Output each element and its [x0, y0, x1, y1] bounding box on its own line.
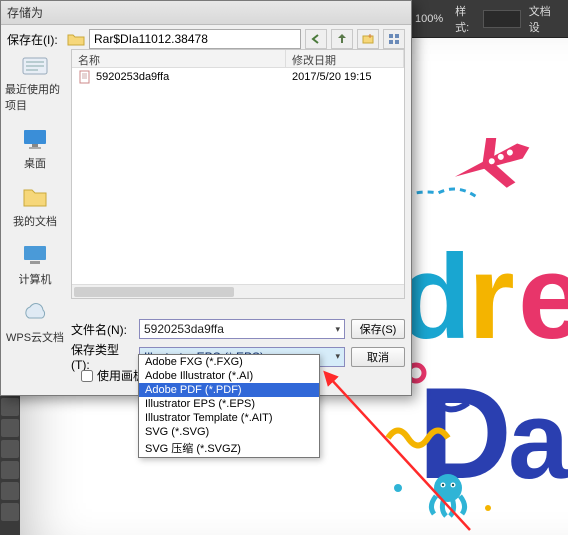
sidebar-item-label: 桌面: [24, 155, 46, 171]
filename-input[interactable]: 5920253da9ffa ▾: [139, 319, 345, 339]
folder-icon: [67, 32, 85, 46]
nav-up-button[interactable]: [331, 29, 353, 49]
style-label: 样式:: [455, 3, 479, 35]
tool-button[interactable]: [1, 461, 19, 479]
filetype-dropdown[interactable]: Adobe FXG (*.FXG) Adobe Illustrator (*.A…: [138, 354, 320, 458]
filename-label: 文件名(N):: [71, 321, 133, 338]
documents-icon: [19, 183, 51, 211]
desktop-icon: [19, 125, 51, 153]
location-combo[interactable]: Rar$DIa11012.38478: [89, 29, 301, 49]
filetype-option-selected[interactable]: Adobe PDF (*.PDF): [139, 383, 319, 397]
recent-icon: [19, 51, 51, 79]
scrollbar-thumb[interactable]: [74, 287, 234, 297]
tool-button[interactable]: [1, 398, 19, 416]
sidebar-item-recent[interactable]: 最近使用的项目: [5, 51, 65, 113]
sidebar-item-label: WPS云文档: [6, 329, 64, 345]
horizontal-scrollbar[interactable]: [72, 284, 404, 298]
filetype-option[interactable]: Adobe FXG (*.FXG): [139, 355, 319, 369]
zoom-readout[interactable]: 100%: [415, 13, 443, 25]
style-swatch[interactable]: [483, 10, 521, 28]
cancel-button[interactable]: 取消: [351, 347, 405, 367]
tool-button[interactable]: [1, 419, 19, 437]
filetype-option[interactable]: SVG 压缩 (*.SVGZ): [139, 439, 319, 457]
tool-button[interactable]: [1, 482, 19, 500]
filetype-option[interactable]: SVG (*.SVG): [139, 425, 319, 439]
tool-button[interactable]: [1, 503, 19, 521]
nav-back-button[interactable]: [305, 29, 327, 49]
filetype-option[interactable]: Illustrator Template (*.AIT): [139, 411, 319, 425]
location-label: 保存在(I):: [7, 31, 63, 48]
sidebar-item-label: 我的文档: [13, 213, 57, 229]
sidebar-item-documents[interactable]: 我的文档: [13, 183, 57, 229]
filetype-option[interactable]: Illustrator EPS (*.EPS): [139, 397, 319, 411]
file-name: 5920253da9ffa: [96, 71, 292, 83]
sidebar-item-wpscloud[interactable]: WPS云文档: [6, 299, 64, 345]
column-name[interactable]: 名称: [72, 50, 286, 67]
filename-value: 5920253da9ffa: [144, 322, 224, 336]
tool-button[interactable]: [1, 440, 19, 458]
save-as-dialog: 存储为 保存在(I): Rar$DIa11012.38478 最近使用的项目: [0, 0, 412, 396]
dialog-titlebar: 存储为: [1, 1, 411, 25]
chevron-down-icon: ▾: [335, 351, 340, 362]
chevron-down-icon: ▾: [335, 324, 340, 335]
svg-text:a: a: [508, 379, 568, 502]
location-value: Rar$DIa11012.38478: [94, 32, 208, 46]
computer-icon: [19, 241, 51, 269]
sidebar-item-desktop[interactable]: 桌面: [19, 125, 51, 171]
filetype-option[interactable]: Adobe Illustrator (*.AI): [139, 369, 319, 383]
column-date[interactable]: 修改日期: [286, 50, 404, 67]
file-icon: [78, 70, 92, 84]
use-artboard-checkbox[interactable]: [81, 370, 93, 382]
file-date: 2017/5/20 19:15: [292, 71, 398, 83]
file-list-area[interactable]: 名称 修改日期 5920253da9ffa 2017/5/20 19:15: [71, 49, 405, 299]
doc-setup-label[interactable]: 文档设: [529, 3, 560, 35]
nav-newfolder-button[interactable]: [357, 29, 379, 49]
svg-text:r: r: [468, 230, 515, 364]
sidebar-item-computer[interactable]: 计算机: [19, 241, 52, 287]
dialog-title: 存储为: [7, 4, 43, 21]
save-button[interactable]: 保存(S): [351, 319, 405, 339]
svg-text:e: e: [518, 230, 568, 364]
nav-view-button[interactable]: [383, 29, 405, 49]
file-row[interactable]: 5920253da9ffa 2017/5/20 19:15: [72, 68, 404, 86]
sidebar-item-label: 最近使用的项目: [5, 81, 65, 113]
cloud-icon: [19, 299, 51, 327]
sidebar-item-label: 计算机: [19, 271, 52, 287]
places-sidebar: 最近使用的项目 桌面 我的文档 计算机 WPS云文档: [5, 51, 65, 345]
file-list-header: 名称 修改日期: [72, 50, 404, 68]
